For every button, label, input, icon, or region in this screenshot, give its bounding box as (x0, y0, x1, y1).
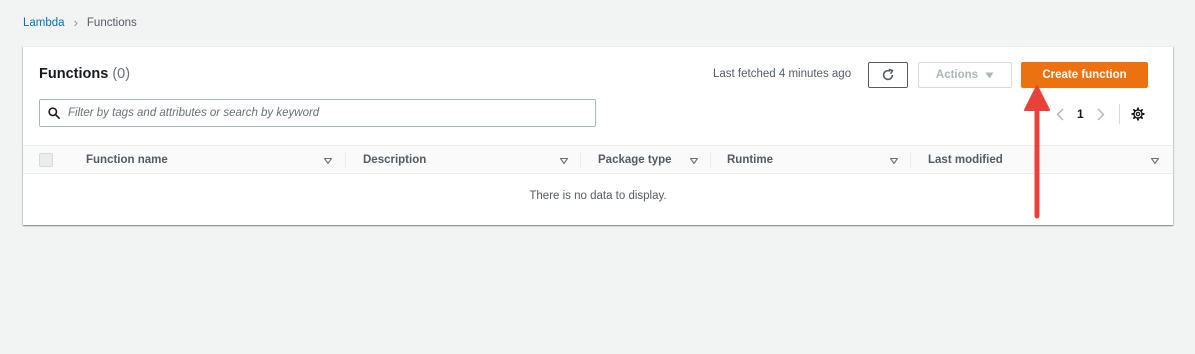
column-divider (710, 152, 711, 168)
panel-title-text: Functions (39, 66, 109, 82)
select-all-checkbox[interactable] (39, 153, 53, 167)
sort-caret-icon[interactable] (1150, 155, 1160, 167)
breadcrumb-current: Functions (86, 16, 137, 29)
chevron-right-icon: › (73, 15, 78, 30)
empty-table-message: There is no data to display. (529, 190, 667, 202)
column-divider (345, 152, 346, 168)
chevron-right-icon (1097, 108, 1105, 120)
table-header: Function name Description Package type R… (23, 145, 1173, 174)
sort-caret-icon[interactable] (889, 155, 899, 167)
column-divider (580, 152, 581, 168)
column-divider (910, 152, 911, 168)
sort-caret-icon[interactable] (323, 155, 333, 167)
create-function-label: Create function (1042, 69, 1127, 81)
sort-caret-icon[interactable] (559, 155, 569, 167)
search-icon (48, 107, 60, 119)
next-page-button[interactable] (1097, 108, 1105, 121)
breadcrumb: Lambda › Functions (23, 16, 137, 29)
refresh-icon (882, 68, 894, 81)
column-header-package-type[interactable]: Package type (598, 146, 672, 173)
column-header-function-name[interactable]: Function name (86, 146, 168, 173)
functions-panel: Functions (0) Last fetched 4 minutes ago… (23, 46, 1173, 225)
panel-title: Functions (0) (39, 66, 130, 82)
last-fetched-text: Last fetched 4 minutes ago (713, 68, 852, 80)
pagination-divider (1118, 104, 1120, 124)
search-field[interactable] (39, 99, 596, 127)
actions-label: Actions (935, 69, 979, 81)
current-page-number[interactable]: 1 (1077, 107, 1084, 121)
breadcrumb-lambda-link[interactable]: Lambda (23, 17, 65, 29)
annotation-arrow-icon (1024, 85, 1050, 219)
column-header-last-modified[interactable]: Last modified (928, 146, 1003, 173)
pagination: 1 (1056, 104, 1145, 124)
column-header-description[interactable]: Description (363, 146, 426, 173)
preferences-button[interactable] (1131, 107, 1145, 121)
sort-caret-icon[interactable] (689, 155, 699, 167)
search-input[interactable] (66, 106, 595, 120)
function-count: (0) (112, 66, 131, 82)
actions-dropdown-button[interactable]: Actions (918, 62, 1012, 88)
caret-down-icon (985, 72, 994, 78)
column-header-runtime[interactable]: Runtime (727, 146, 773, 173)
gear-icon (1131, 107, 1145, 121)
refresh-button[interactable] (868, 62, 908, 88)
previous-page-button[interactable] (1056, 108, 1064, 121)
chevron-left-icon (1056, 108, 1064, 120)
